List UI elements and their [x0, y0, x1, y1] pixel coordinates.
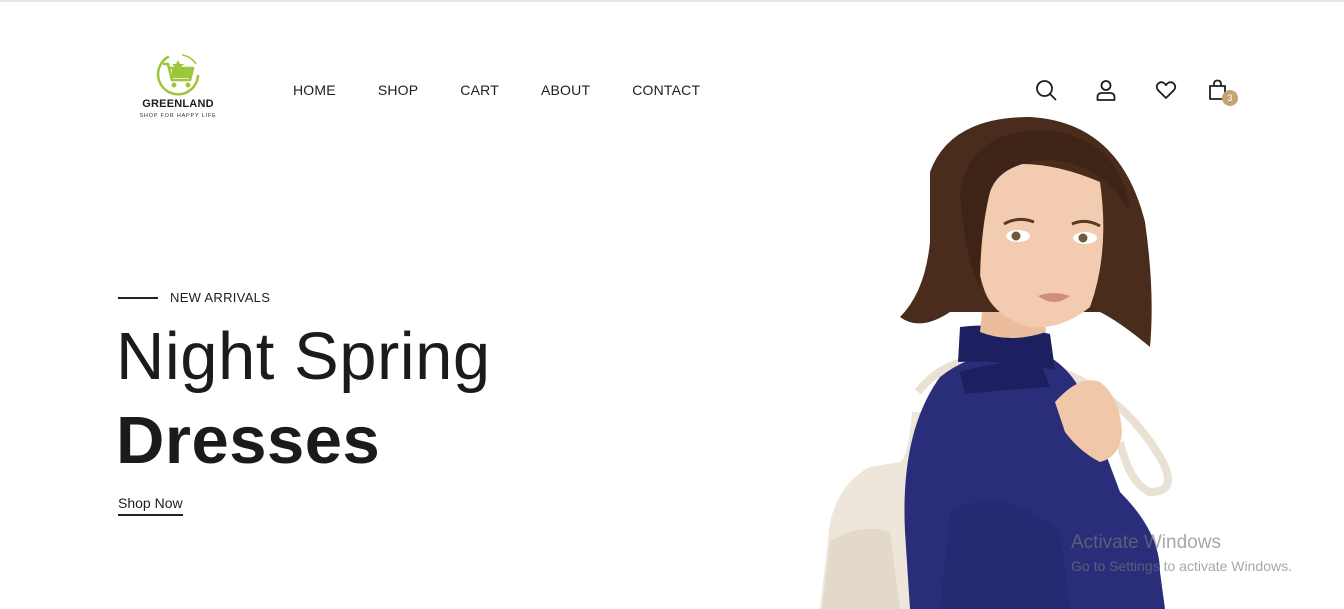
brand-logo[interactable]: GREENLAND SHOP FOR HAPPY LIFE: [138, 50, 218, 128]
nav-shop[interactable]: SHOP: [378, 82, 418, 98]
user-icon[interactable]: [1095, 79, 1117, 101]
cart-count-badge: 3: [1222, 90, 1238, 106]
nav-contact[interactable]: CONTACT: [632, 82, 700, 98]
search-icon[interactable]: [1035, 79, 1057, 101]
heart-icon[interactable]: [1155, 79, 1177, 101]
brand-name: GREENLAND: [142, 98, 214, 110]
top-border: [0, 0, 1344, 2]
watermark-subtitle: Go to Settings to activate Windows.: [1071, 558, 1292, 574]
brand-tagline: SHOP FOR HAPPY LIFE: [139, 113, 217, 119]
cart-logo-icon: [156, 54, 200, 96]
shop-now-link[interactable]: Shop Now: [118, 495, 183, 516]
hero-eyebrow: NEW ARRIVALS: [118, 290, 270, 305]
main-nav: HOME SHOP CART ABOUT CONTACT: [293, 82, 742, 98]
hero-title-line2: Dresses: [116, 403, 381, 478]
nav-home[interactable]: HOME: [293, 82, 336, 98]
nav-cart[interactable]: CART: [460, 82, 499, 98]
eyebrow-line: [118, 296, 158, 299]
watermark-title: Activate Windows: [1071, 532, 1221, 553]
eyebrow-text: NEW ARRIVALS: [170, 290, 271, 305]
nav-about[interactable]: ABOUT: [541, 82, 590, 98]
windows-activation-watermark: Activate Windows Go to Settings to activ…: [1071, 532, 1292, 574]
hero-title-line1: Night Spring: [116, 319, 491, 394]
